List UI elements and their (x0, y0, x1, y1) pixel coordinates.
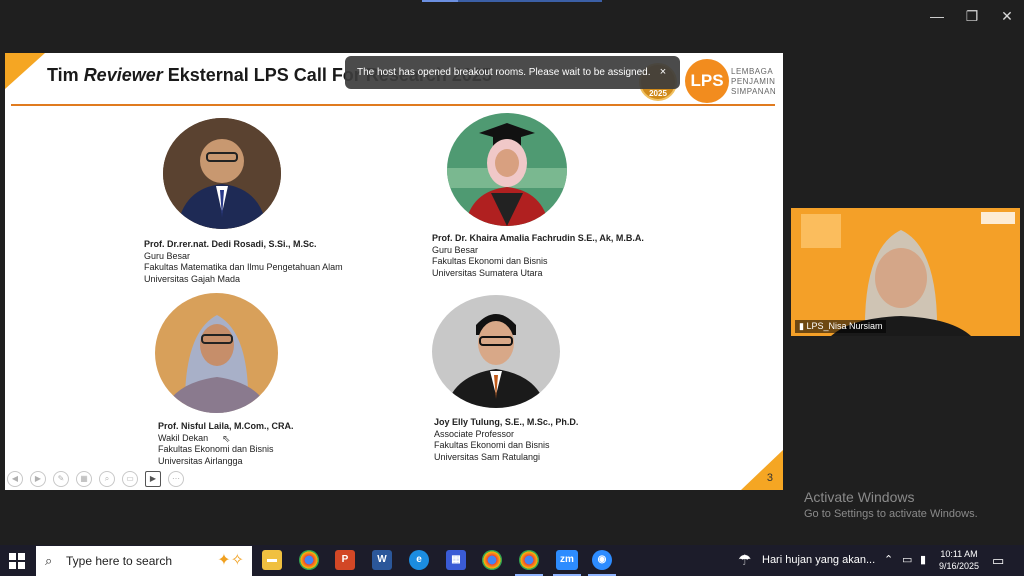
participant-video-tile[interactable]: ▮ LPS_Nisa Nursiam (791, 208, 1020, 336)
notification-text: The host has opened breakout rooms. Plea… (357, 67, 651, 78)
person-card-1: Prof. Dr.rer.nat. Dedi Rosadi, S.Si., M.… (144, 239, 343, 284)
restore-button[interactable]: ❐ (961, 6, 983, 26)
portrait-joy-elly-tulung (432, 295, 560, 408)
windows-start-icon[interactable] (9, 553, 25, 569)
zoom-icon[interactable]: zm (556, 550, 578, 570)
pen-icon[interactable]: ✎ (53, 471, 69, 487)
lps-logo: LPS (685, 59, 729, 103)
lps-logo-text: LEMBAGA PENJAMIN SIMPANAN (731, 67, 777, 96)
camera-icon[interactable]: ▶ (145, 471, 161, 487)
zoom-meeting-icon[interactable]: ◉ (592, 550, 612, 570)
title-divider (11, 104, 775, 106)
taskbar-search-input[interactable]: ⌕ Type here to search ✦✧ (36, 546, 252, 576)
slides-grid-icon[interactable]: ▦ (76, 471, 92, 487)
search-icon: ⌕ (45, 553, 53, 568)
close-window-button[interactable]: ✕ (996, 6, 1018, 26)
taskbar-clock[interactable]: 10:11 AM 9/16/2025 (936, 548, 982, 572)
shared-slide: Tim Reviewer Eksternal LPS Call For Rese… (5, 53, 783, 490)
file-explorer-icon[interactable]: ▬ (262, 550, 282, 570)
subtitles-icon[interactable]: ▭ (122, 471, 138, 487)
chrome-icon-3[interactable] (519, 550, 539, 570)
portrait-dedi-rosadi (163, 118, 281, 229)
slide-corner-decoration (5, 53, 45, 89)
weather-text[interactable]: Hari hujan yang akan... (762, 545, 875, 576)
minimize-button[interactable]: — (926, 6, 948, 26)
windows-taskbar: ⌕ Type here to search ✦✧ ▬ P W e ▦ zm ◉ … (0, 545, 1024, 576)
breakout-room-notification: The host has opened breakout rooms. Plea… (345, 56, 680, 89)
chrome-icon[interactable] (299, 550, 319, 570)
network-icon[interactable]: ▭ (902, 545, 912, 576)
window-titlebar: — ❐ ✕ (0, 0, 1024, 32)
person-card-2: Prof. Dr. Khaira Amalia Fachrudin S.E., … (432, 233, 644, 278)
chrome-icon-2[interactable] (482, 550, 502, 570)
slide-toolbar: ◀ ▶ ✎ ▦ ⌕ ▭ ▶ ⋯ (7, 471, 184, 487)
edge-icon[interactable]: e (409, 550, 429, 570)
participant-name-tag: ▮ LPS_Nisa Nursiam (795, 320, 887, 333)
word-icon[interactable]: W (372, 550, 392, 570)
mouse-cursor: ⇖ (222, 434, 231, 445)
slide-page-number: 3 (766, 472, 773, 484)
portrait-nisful-laila (155, 293, 278, 413)
titlebar-accent-highlight (422, 0, 458, 2)
person-card-4: Joy Elly Tulung, S.E., M.Sc., Ph.D. Asso… (434, 417, 579, 462)
search-highlight-icon: ✦✧ (217, 552, 244, 569)
activate-windows-watermark: Activate Windows Go to Settings to activ… (804, 489, 978, 520)
weather-icon[interactable]: ☂ (738, 545, 751, 576)
zoom-icon[interactable]: ⌕ (99, 471, 115, 487)
show-hidden-icons-chevron[interactable]: ⌃ (884, 545, 893, 576)
notification-center-icon[interactable]: ▭ (992, 545, 1004, 576)
next-slide-icon[interactable]: ▶ (30, 471, 46, 487)
battery-icon[interactable]: ▮ (920, 545, 926, 576)
close-notification-button[interactable]: × (655, 63, 671, 81)
slide-corner-decoration-bottom (741, 450, 783, 490)
more-options-icon[interactable]: ⋯ (168, 471, 184, 487)
powerpoint-icon[interactable]: P (335, 550, 355, 570)
app-grid-icon[interactable]: ▦ (446, 550, 466, 570)
portrait-khaira-amalia (447, 113, 567, 226)
previous-slide-icon[interactable]: ◀ (7, 471, 23, 487)
